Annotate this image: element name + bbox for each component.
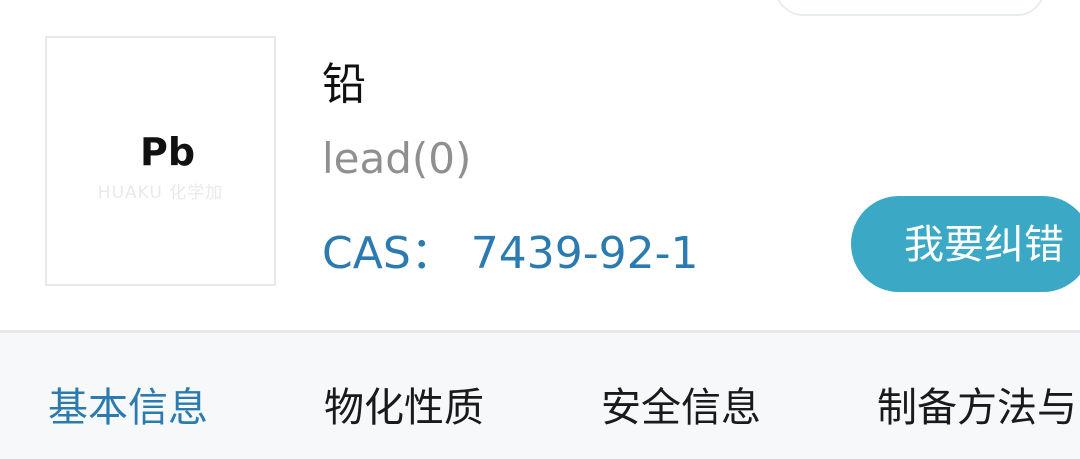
top-search-pill[interactable] bbox=[775, 0, 1045, 16]
compound-name-cn: 铅 bbox=[322, 59, 366, 110]
tab-basic-info[interactable]: 基本信息 bbox=[48, 375, 208, 433]
watermark-text: HUAKU 化学加 bbox=[97, 183, 224, 203]
cas-row: CAS： 7439-92-1 bbox=[322, 217, 698, 281]
cas-label: CAS： bbox=[322, 228, 455, 279]
structure-image: HUAKU 化学加 Pb bbox=[45, 36, 276, 286]
cas-number: 7439-92-1 bbox=[470, 228, 699, 279]
compound-name-en: lead(0) bbox=[322, 134, 472, 183]
tab-physical-properties[interactable]: 物化性质 bbox=[324, 375, 484, 433]
tab-preparation-methods[interactable]: 制备方法与 bbox=[877, 375, 1077, 433]
tab-safety-info[interactable]: 安全信息 bbox=[601, 375, 761, 433]
chemical-formula: Pb bbox=[140, 130, 196, 174]
report-error-button[interactable]: 我要纠错 bbox=[851, 196, 1080, 292]
tab-bar: 基本信息 物化性质 安全信息 制备方法与 bbox=[0, 333, 1080, 459]
